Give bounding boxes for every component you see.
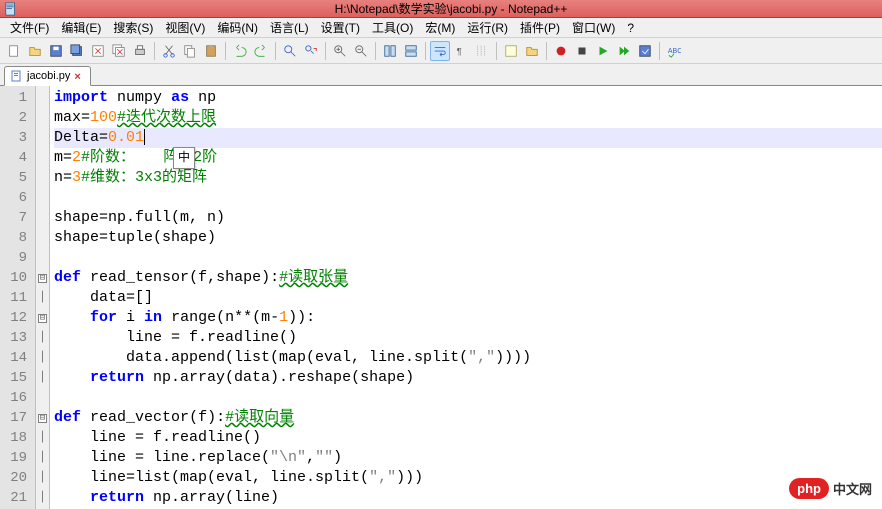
lang-icon[interactable] bbox=[501, 41, 521, 61]
menu-bar: 文件(F) 编辑(E) 搜索(S) 视图(V) 编码(N) 语言(L) 设置(T… bbox=[0, 18, 882, 38]
close-icon[interactable] bbox=[88, 41, 108, 61]
tab-label: jacobi.py bbox=[27, 70, 70, 82]
code-area[interactable]: import numpy as np max=100#迭代次数上限 Delta=… bbox=[50, 86, 882, 509]
window-title: H:\Notepad\数学实验\jacobi.py - Notepad++ bbox=[24, 0, 878, 17]
toolbar: ¶ ABC bbox=[0, 38, 882, 64]
svg-text:ABC: ABC bbox=[668, 47, 681, 54]
code-line: line=list(map(eval, line.split(","))) bbox=[54, 468, 882, 488]
menu-macro[interactable]: 宏(M) bbox=[419, 17, 461, 38]
code-line: line = f.readline() bbox=[54, 328, 882, 348]
code-line: line = f.readline() bbox=[54, 428, 882, 448]
sync-v-icon[interactable] bbox=[380, 41, 400, 61]
code-line: def read_vector(f):#读取向量 bbox=[54, 408, 882, 428]
copy-icon[interactable] bbox=[180, 41, 200, 61]
code-line: return np.array(line) bbox=[54, 488, 882, 508]
spell-icon[interactable]: ABC bbox=[664, 41, 684, 61]
zoom-out-icon[interactable] bbox=[351, 41, 371, 61]
toolbar-separator bbox=[425, 42, 426, 60]
menu-search[interactable]: 搜索(S) bbox=[107, 17, 159, 38]
toolbar-separator bbox=[659, 42, 660, 60]
menu-edit[interactable]: 编辑(E) bbox=[55, 17, 107, 38]
menu-view[interactable]: 视图(V) bbox=[159, 17, 211, 38]
wrap-icon[interactable] bbox=[430, 41, 450, 61]
fold-toggle-icon[interactable]: ⊟ bbox=[38, 314, 47, 323]
show-chars-icon[interactable]: ¶ bbox=[451, 41, 471, 61]
code-line-current: Delta=0.01 bbox=[54, 128, 882, 148]
watermark-text: 中文网 bbox=[833, 479, 872, 498]
line-number-gutter: 1 2 3 4 5 6 7 8 9 10 11 12 13 14 15 16 1… bbox=[0, 86, 36, 509]
fold-toggle-icon[interactable]: ⊟ bbox=[38, 414, 47, 423]
code-line: def read_tensor(f,shape):#读取张量 bbox=[54, 268, 882, 288]
code-line: for i in range(n**(m-1)): bbox=[54, 308, 882, 328]
code-line: n=3#维数：3x3的矩阵 bbox=[54, 168, 882, 188]
new-file-icon[interactable] bbox=[4, 41, 24, 61]
toolbar-separator bbox=[546, 42, 547, 60]
paste-icon[interactable] bbox=[201, 41, 221, 61]
cut-icon[interactable] bbox=[159, 41, 179, 61]
save-macro-icon[interactable] bbox=[635, 41, 655, 61]
ime-indicator: 中 bbox=[173, 147, 195, 169]
find-icon[interactable] bbox=[280, 41, 300, 61]
toolbar-separator bbox=[496, 42, 497, 60]
menu-language[interactable]: 语言(L) bbox=[264, 17, 315, 38]
code-line: data=[] bbox=[54, 288, 882, 308]
tab-file-icon bbox=[11, 70, 23, 82]
tab-jacobi[interactable]: jacobi.py × bbox=[4, 66, 91, 86]
play-icon[interactable] bbox=[593, 41, 613, 61]
indent-guide-icon[interactable] bbox=[472, 41, 492, 61]
toolbar-separator bbox=[325, 42, 326, 60]
record-icon[interactable] bbox=[551, 41, 571, 61]
sync-h-icon[interactable] bbox=[401, 41, 421, 61]
play-multi-icon[interactable] bbox=[614, 41, 634, 61]
menu-window[interactable]: 窗口(W) bbox=[566, 17, 621, 38]
menu-run[interactable]: 运行(R) bbox=[461, 17, 514, 38]
menu-settings[interactable]: 设置(T) bbox=[315, 17, 366, 38]
redo-icon[interactable] bbox=[251, 41, 271, 61]
watermark: php 中文网 bbox=[789, 478, 872, 499]
menu-help[interactable]: ? bbox=[621, 19, 640, 37]
folder-icon[interactable] bbox=[522, 41, 542, 61]
undo-icon[interactable] bbox=[230, 41, 250, 61]
title-bar: H:\Notepad\数学实验\jacobi.py - Notepad++ bbox=[0, 0, 882, 18]
zoom-in-icon[interactable] bbox=[330, 41, 350, 61]
code-line bbox=[54, 388, 882, 408]
stop-icon[interactable] bbox=[572, 41, 592, 61]
tab-close-icon[interactable]: × bbox=[74, 71, 84, 81]
replace-icon[interactable] bbox=[301, 41, 321, 61]
app-icon bbox=[4, 2, 18, 16]
code-line: data.append(list(map(eval, line.split(",… bbox=[54, 348, 882, 368]
menu-plugins[interactable]: 插件(P) bbox=[514, 17, 566, 38]
svg-text:¶: ¶ bbox=[457, 46, 462, 57]
code-line: import numpy as np bbox=[54, 88, 882, 108]
code-line: shape=np.full(m, n) bbox=[54, 208, 882, 228]
save-icon[interactable] bbox=[46, 41, 66, 61]
menu-file[interactable]: 文件(F) bbox=[4, 17, 55, 38]
toolbar-separator bbox=[225, 42, 226, 60]
code-line: return np.array(data).reshape(shape) bbox=[54, 368, 882, 388]
toolbar-separator bbox=[275, 42, 276, 60]
print-icon[interactable] bbox=[130, 41, 150, 61]
code-line bbox=[54, 188, 882, 208]
editor[interactable]: 1 2 3 4 5 6 7 8 9 10 11 12 13 14 15 16 1… bbox=[0, 86, 882, 509]
save-all-icon[interactable] bbox=[67, 41, 87, 61]
toolbar-separator bbox=[375, 42, 376, 60]
code-line bbox=[54, 248, 882, 268]
code-line: shape=tuple(shape) bbox=[54, 228, 882, 248]
toolbar-separator bbox=[154, 42, 155, 60]
text-caret bbox=[144, 129, 145, 145]
fold-toggle-icon[interactable]: ⊟ bbox=[38, 274, 47, 283]
code-line: line = line.replace("\n","") bbox=[54, 448, 882, 468]
tab-bar: jacobi.py × bbox=[0, 64, 882, 86]
close-all-icon[interactable] bbox=[109, 41, 129, 61]
fold-gutter: ⊟ │ ⊟ │││ ⊟ ││││ bbox=[36, 86, 50, 509]
menu-tools[interactable]: 工具(O) bbox=[366, 17, 419, 38]
watermark-badge: php bbox=[789, 478, 829, 499]
open-file-icon[interactable] bbox=[25, 41, 45, 61]
code-line: max=100#迭代次数上限 bbox=[54, 108, 882, 128]
menu-encoding[interactable]: 编码(N) bbox=[211, 17, 264, 38]
